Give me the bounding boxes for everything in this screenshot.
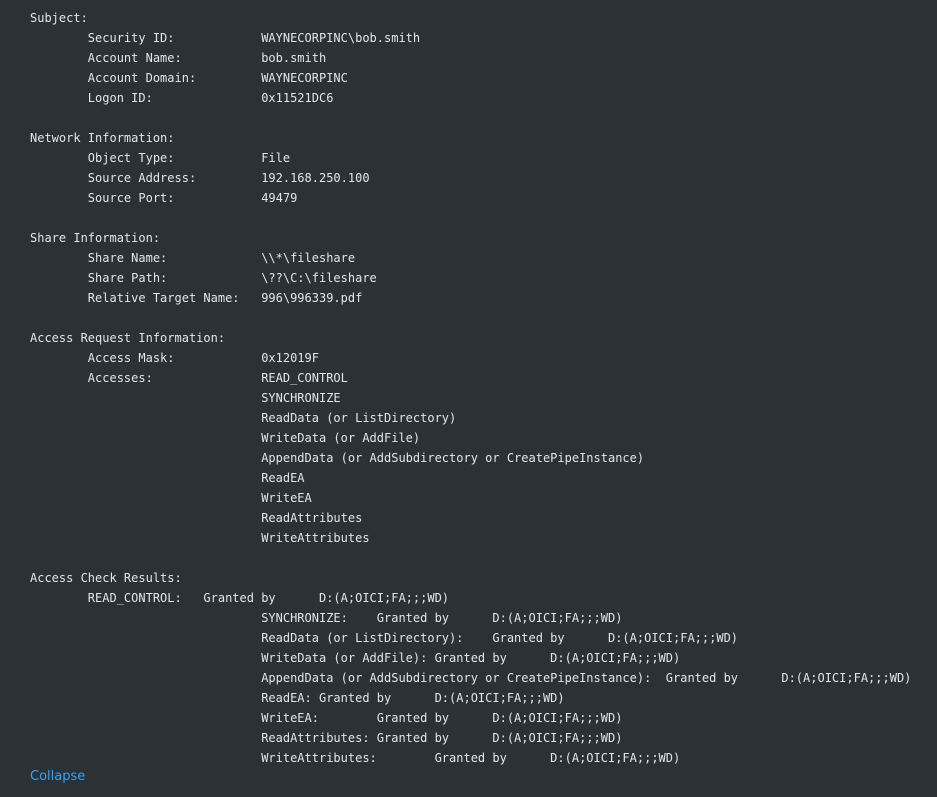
event-text-line: Object Type: File (30, 151, 291, 165)
event-text-line: READ_CONTROL: Granted by D:(A;OICI;FA;;;… (30, 591, 450, 605)
event-text-line: WriteData (or AddFile) (30, 431, 421, 445)
event-text-line: WriteEA: Granted by D:(A;OICI;FA;;;WD) (30, 711, 623, 725)
event-text-line: Security ID: WAYNECORPINC\bob.smith (30, 31, 421, 45)
event-text-line: Source Port: 49479 (30, 191, 298, 205)
event-text-line: Logon ID: 0x11521DC6 (30, 91, 334, 105)
event-text-line: Share Information: (30, 231, 161, 245)
event-text-line: Account Domain: WAYNECORPINC (30, 71, 348, 85)
event-text-line: ReadEA: Granted by D:(A;OICI;FA;;;WD) (30, 691, 565, 705)
event-text-line: WriteEA (30, 491, 312, 505)
event-text-line: Network Information: (30, 131, 175, 145)
event-text-line: Access Check Results: (30, 571, 182, 585)
event-text-line: ReadEA (30, 471, 305, 485)
event-message-body: Subject: Security ID: WAYNECORPINC\bob.s… (30, 8, 911, 768)
event-text-line: WriteAttributes (30, 531, 370, 545)
event-text-line: SYNCHRONIZE (30, 391, 341, 405)
event-text-line: Access Request Information: (30, 331, 226, 345)
event-text-line: AppendData (or AddSubdirectory or Create… (30, 451, 645, 465)
event-text-line: ReadAttributes (30, 511, 363, 525)
event-text-line: Source Address: 192.168.250.100 (30, 171, 370, 185)
event-text-line: Share Path: \??\C:\fileshare (30, 271, 377, 285)
event-text-line: Account Name: bob.smith (30, 51, 327, 65)
event-text-line: SYNCHRONIZE: Granted by D:(A;OICI;FA;;;W… (30, 611, 623, 625)
event-text-line: ReadData (or ListDirectory): Granted by … (30, 631, 739, 645)
event-text-line: Share Name: \\*\fileshare (30, 251, 356, 265)
collapse-link[interactable]: Collapse (30, 767, 85, 787)
event-text-line: WriteAttributes: Granted by D:(A;OICI;FA… (30, 751, 681, 765)
event-text-line: Relative Target Name: 996\996339.pdf (30, 291, 363, 305)
event-text-line: Subject: (30, 11, 88, 25)
event-text-line: Accesses: READ_CONTROL (30, 371, 348, 385)
event-text-line: AppendData (or AddSubdirectory or Create… (30, 671, 912, 685)
event-text-line: ReadData (or ListDirectory) (30, 411, 457, 425)
event-text-line: WriteData (or AddFile): Granted by D:(A;… (30, 651, 681, 665)
event-text-line: Access Mask: 0x12019F (30, 351, 319, 365)
event-text-line: ReadAttributes: Granted by D:(A;OICI;FA;… (30, 731, 623, 745)
